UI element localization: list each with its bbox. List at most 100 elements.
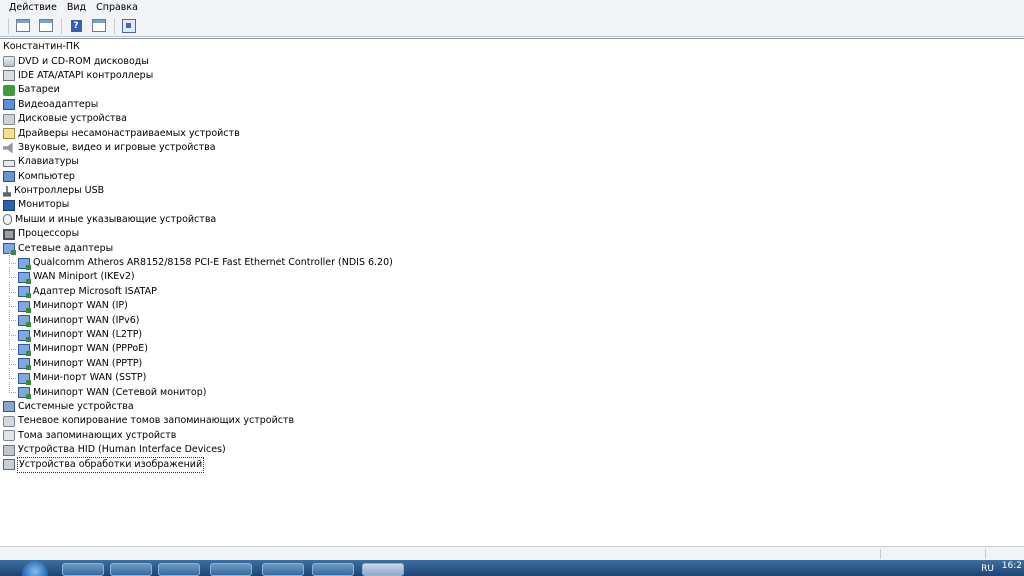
menu-help[interactable]: Справка: [91, 0, 143, 15]
tree-category[interactable]: Видеоадаптеры: [0, 98, 1024, 112]
network-adapter-item[interactable]: Минипорт WAN (Сетевой монитор): [0, 382, 1024, 400]
tree-category[interactable]: DVD и CD-ROM дисководы: [0, 54, 1024, 68]
help-icon[interactable]: ?: [68, 18, 84, 34]
tree-connector: [9, 281, 16, 293]
category-label: Теневое копирование томов запоминающих у…: [18, 415, 295, 427]
display-adapter-icon: [3, 99, 15, 111]
tree-category[interactable]: Звуковые, видео и игровые устройства: [0, 141, 1024, 155]
imaging-device-icon: [3, 459, 15, 471]
taskbar-explorer-icon[interactable]: [62, 563, 104, 576]
network-adapter-item[interactable]: Qualcomm Atheros AR8152/8158 PCI-E Fast …: [0, 252, 1024, 270]
show-hidden-icon[interactable]: [91, 18, 107, 34]
hid-icon: [3, 444, 15, 456]
category-label: Компьютер: [18, 170, 75, 182]
menu-action[interactable]: Действие: [0, 0, 62, 15]
tree-connector: [9, 324, 16, 336]
menu-view[interactable]: Вид: [62, 0, 91, 15]
tree-connector: [9, 296, 16, 308]
category-label: Устройства обработки изображений: [16, 456, 205, 473]
category-label: Контроллеры USB: [14, 185, 105, 197]
scan-hardware-icon[interactable]: [121, 18, 137, 34]
keyboard-icon: [3, 159, 15, 167]
category-label: Батареи: [18, 84, 60, 96]
taskbar-media-icon[interactable]: [110, 563, 152, 576]
tree-category[interactable]: Клавиатуры: [0, 155, 1024, 169]
taskbar-window-icon[interactable]: [312, 563, 354, 576]
network-adapter-icon: [18, 286, 31, 299]
cpu-icon: [3, 228, 15, 240]
tree-category[interactable]: Контроллеры USB: [0, 184, 1024, 198]
shadow-copy-icon: [3, 415, 15, 427]
tree-category[interactable]: Процессоры: [0, 227, 1024, 241]
taskbar-chrome-icon[interactable]: [262, 563, 304, 576]
network-adapter-icon: [18, 300, 31, 313]
tree-connector: [9, 339, 16, 351]
network-adapter-icon: [18, 372, 31, 385]
network-adapter-item[interactable]: Мини-порт WAN (SSTP): [0, 367, 1024, 385]
network-adapter-item[interactable]: Минипорт WAN (PPTP): [0, 353, 1024, 371]
tree-category[interactable]: Устройства HID (Human Interface Devices): [0, 443, 1024, 457]
network-adapter-icon: [18, 358, 31, 371]
toolbar-separator: [8, 17, 9, 34]
tree-connector: [9, 310, 16, 322]
toolbar: ?: [0, 15, 1024, 37]
computer-icon: [3, 171, 15, 183]
category-label: Системные устройства: [18, 400, 134, 412]
device-tree: Константин-ПК DVD и CD-ROM дисководы IDE …: [0, 40, 1024, 473]
monitor-icon: [3, 199, 15, 211]
tree-category[interactable]: Системные устройства: [0, 400, 1024, 414]
category-label: Тома запоминающих устройств: [18, 429, 177, 441]
status-divider: [880, 549, 881, 559]
tree-root[interactable]: Константин-ПК: [0, 40, 1024, 54]
taskbar-firefox-icon[interactable]: [158, 563, 200, 576]
taskbar-device-manager-icon[interactable]: [362, 563, 404, 576]
category-label: Звуковые, видео и игровые устройства: [18, 141, 216, 153]
update-driver-icon[interactable]: [38, 18, 54, 34]
start-button[interactable]: [22, 561, 48, 576]
tree-category[interactable]: Теневое копирование томов запоминающих у…: [0, 414, 1024, 428]
network-adapter-item[interactable]: Адаптер Microsoft ISATAP: [0, 281, 1024, 299]
category-label: Мыши и иные указывающие устройства: [15, 213, 217, 225]
tree-category[interactable]: IDE ATA/ATAPI контроллеры: [0, 69, 1024, 83]
mouse-icon: [3, 214, 12, 226]
tree-category[interactable]: Сетевые адаптеры: [0, 241, 1024, 256]
category-label: DVD и CD-ROM дисководы: [18, 55, 149, 67]
system-device-icon: [3, 401, 15, 413]
tree-category[interactable]: Драйверы несамонастраиваемых устройств: [0, 126, 1024, 140]
language-indicator[interactable]: RU: [981, 563, 994, 576]
status-bar: [0, 546, 1024, 560]
dvd-drive-icon: [3, 56, 15, 68]
tree-category[interactable]: Дисковые устройства: [0, 112, 1024, 126]
network-adapter-label: Адаптер Microsoft ISATAP: [33, 285, 157, 297]
network-adapter-item[interactable]: Минипорт WAN (L2TP): [0, 324, 1024, 342]
sound-icon: [3, 142, 13, 154]
network-adapter-icon: [18, 271, 31, 284]
network-adapter-icon: [18, 343, 31, 356]
tree-category[interactable]: Устройства обработки изображений: [0, 456, 1024, 473]
network-adapter-label: Минипорт WAN (L2TP): [33, 329, 143, 340]
tree-category[interactable]: Батареи: [0, 83, 1024, 97]
battery-icon: [3, 84, 15, 96]
category-label: Процессоры: [18, 228, 80, 240]
category-label: Устройства HID (Human Interface Devices): [18, 444, 226, 456]
network-adapter-icon: [18, 257, 31, 270]
network-adapter-icon: [18, 387, 31, 400]
disk-drive-icon: [3, 113, 15, 125]
tree-category[interactable]: Тома запоминающих устройств: [0, 429, 1024, 443]
network-adapter-item[interactable]: WAN Miniport (IKEv2): [0, 267, 1024, 284]
network-adapter-item[interactable]: Минипорт WAN (IPv6): [0, 310, 1024, 328]
taskbar-app-icon[interactable]: [210, 563, 252, 576]
toolbar-separator: [61, 17, 62, 34]
network-adapter-item[interactable]: Минипорт WAN (PPPoE): [0, 339, 1024, 356]
network-adapter-label: Мини-порт WAN (SSTP): [33, 372, 147, 384]
network-adapter-item[interactable]: Минипорт WAN (IP): [0, 296, 1024, 313]
clock[interactable]: 16:2: [1002, 560, 1022, 573]
network-adapter-label: Минипорт WAN (IPv6): [33, 314, 140, 326]
network-adapter-label: Минипорт WAN (Сетевой монитор): [33, 386, 207, 398]
tree-category[interactable]: Мониторы: [0, 198, 1024, 212]
properties-icon[interactable]: [15, 18, 31, 34]
tree-category[interactable]: Мыши и иные указывающие устройства: [0, 213, 1024, 227]
tree-category[interactable]: Компьютер: [0, 170, 1024, 184]
tree-connector: [9, 382, 16, 394]
category-label: Драйверы несамонастраиваемых устройств: [18, 127, 240, 139]
